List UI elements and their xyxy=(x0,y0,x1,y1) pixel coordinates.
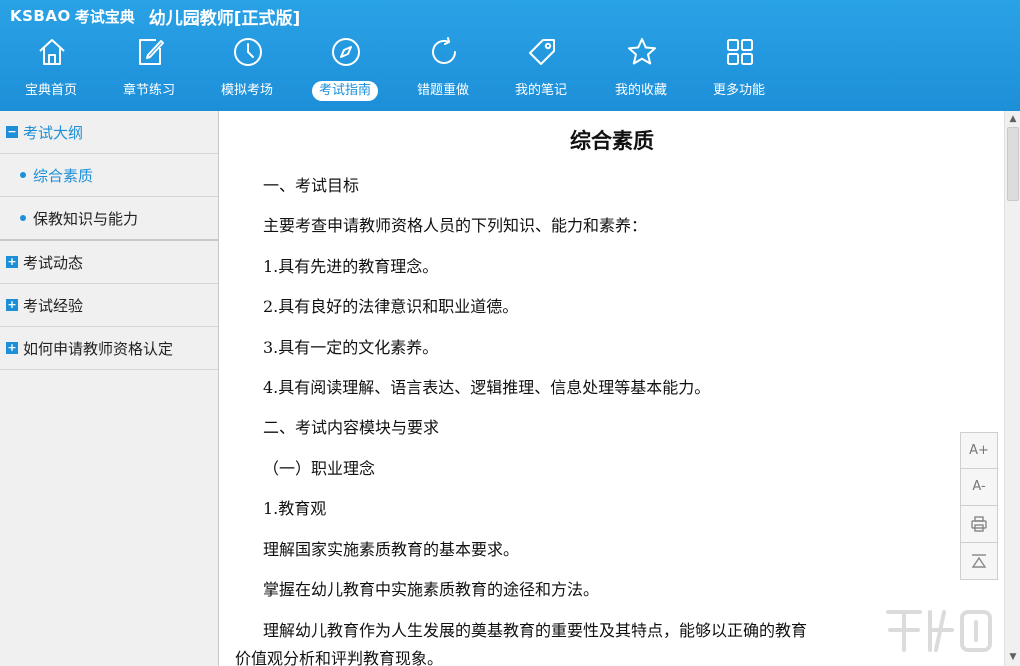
app-title: 幼儿园教师[正式版] xyxy=(148,8,301,29)
bullet-icon xyxy=(20,172,26,178)
scroll-down-icon[interactable]: ▼ xyxy=(1005,649,1020,665)
document-title: 综合素质 xyxy=(570,129,654,153)
expand-icon[interactable]: + xyxy=(6,256,18,268)
star-icon xyxy=(626,36,658,68)
paragraph: 主要考查申请教师资格人员的下列知识、能力和素养： xyxy=(263,216,648,235)
expand-icon[interactable]: + xyxy=(6,342,18,354)
compass-icon xyxy=(330,36,362,68)
paragraph: 二、考试内容模块与要求 xyxy=(263,418,440,437)
expand-icon[interactable]: + xyxy=(6,299,18,311)
clock-icon xyxy=(232,36,264,68)
paragraph: 3.具有一定的文化素养。 xyxy=(263,338,439,357)
brand-name: 考试宝典 xyxy=(74,7,135,26)
main-nav: 宝典首页 章节练习 模拟考场 考试指南 错题重做 我的笔记 我的收藏 更多功能 xyxy=(0,32,800,108)
nav-exam-guide-label: 考试指南 xyxy=(311,81,378,101)
font-decrease-button[interactable]: A- xyxy=(960,469,998,506)
nav-my-notes[interactable]: 我的笔记 xyxy=(492,32,590,108)
nav-redo-errors-label: 错题重做 xyxy=(416,83,469,98)
nav-more-features[interactable]: 更多功能 xyxy=(690,32,788,108)
sidebar: − 考试大纲 综合素质 保教知识与能力 + 考试动态 + 考试经验 + 如何申请… xyxy=(0,111,219,666)
home-icon xyxy=(36,36,68,68)
bullet-icon xyxy=(20,215,26,221)
tag-icon xyxy=(526,36,558,68)
nav-my-favorites-label: 我的收藏 xyxy=(614,83,667,98)
nav-my-favorites[interactable]: 我的收藏 xyxy=(592,32,690,108)
top-icon xyxy=(971,553,987,568)
app-header: KSBAO 考试宝典 幼儿园教师[正式版] 宝典首页 章节练习 模拟考场 考试指… xyxy=(0,0,1020,111)
sidebar-item-exam-news[interactable]: + 考试动态 xyxy=(0,241,218,284)
sidebar-item-label: 考试经验 xyxy=(23,296,84,315)
print-icon xyxy=(971,515,987,532)
nav-chapter-practice[interactable]: 章节练习 xyxy=(100,32,198,108)
nav-home[interactable]: 宝典首页 xyxy=(2,32,100,108)
sidebar-item-label: 考试大纲 xyxy=(23,123,84,142)
nav-mock-exam[interactable]: 模拟考场 xyxy=(198,32,296,108)
nav-chapter-practice-label: 章节练习 xyxy=(122,83,175,98)
paragraph: 1.具有先进的教育理念。 xyxy=(263,257,439,276)
sidebar-item-exam-experience[interactable]: + 考试经验 xyxy=(0,284,218,327)
vertical-scrollbar[interactable]: ▲ ▼ xyxy=(1004,111,1020,666)
sidebar-subitem-care-education[interactable]: 保教知识与能力 xyxy=(0,197,218,239)
grid-icon xyxy=(724,36,756,68)
scroll-up-icon[interactable]: ▲ xyxy=(1005,111,1020,127)
scroll-thumb[interactable] xyxy=(1007,127,1019,201)
title-bar: KSBAO 考试宝典 幼儿园教师[正式版] xyxy=(10,4,301,29)
nav-exam-guide[interactable]: 考试指南 xyxy=(296,32,394,108)
sidebar-item-label: 保教知识与能力 xyxy=(33,209,139,228)
sidebar-item-exam-syllabus[interactable]: − 考试大纲 xyxy=(0,111,218,154)
sidebar-item-label: 考试动态 xyxy=(23,253,84,272)
document-view: 综合素质 一、考试目标 主要考查申请教师资格人员的下列知识、能力和素养： 1.具… xyxy=(220,111,1004,666)
sidebar-subitem-comprehensive-quality[interactable]: 综合素质 xyxy=(0,154,218,197)
edit-icon xyxy=(134,36,166,68)
nav-mock-exam-label: 模拟考场 xyxy=(220,83,273,98)
print-button[interactable] xyxy=(960,506,998,543)
paragraph: 理解国家实施素质教育的基本要求。 xyxy=(263,540,520,559)
nav-my-notes-label: 我的笔记 xyxy=(514,83,567,98)
paragraph: 理解幼儿教育作为人生发展的奠基教育的重要性及其特点，能够以正确的教育 xyxy=(263,621,808,640)
paragraph: 价值观分析和评判教育现象。 xyxy=(235,649,444,666)
sidebar-item-label: 如何申请教师资格认定 xyxy=(23,339,174,358)
paragraph: 2.具有良好的法律意识和职业道德。 xyxy=(263,297,519,316)
paragraph: 4.具有阅读理解、语言表达、逻辑推理、信息处理等基本能力。 xyxy=(263,378,711,397)
paragraph: 一、考试目标 xyxy=(263,176,360,195)
refresh-icon xyxy=(428,36,460,68)
paragraph: （一）职业理念 xyxy=(263,459,376,478)
reading-tools: A+ A- xyxy=(960,432,998,580)
nav-redo-errors[interactable]: 错题重做 xyxy=(394,32,492,108)
font-increase-button[interactable]: A+ xyxy=(960,432,998,469)
nav-more-features-label: 更多功能 xyxy=(712,83,765,98)
back-to-top-button[interactable] xyxy=(960,543,998,580)
sidebar-item-teacher-certification[interactable]: + 如何申请教师资格认定 xyxy=(0,327,218,370)
brand-logo: KSBAO xyxy=(10,7,71,25)
nav-home-label: 宝典首页 xyxy=(24,83,77,98)
sidebar-item-label: 综合素质 xyxy=(33,166,94,185)
collapse-icon[interactable]: − xyxy=(6,126,18,138)
paragraph: 掌握在幼儿教育中实施素质教育的途径和方法。 xyxy=(263,580,600,599)
paragraph: 1.教育观 xyxy=(263,499,327,518)
